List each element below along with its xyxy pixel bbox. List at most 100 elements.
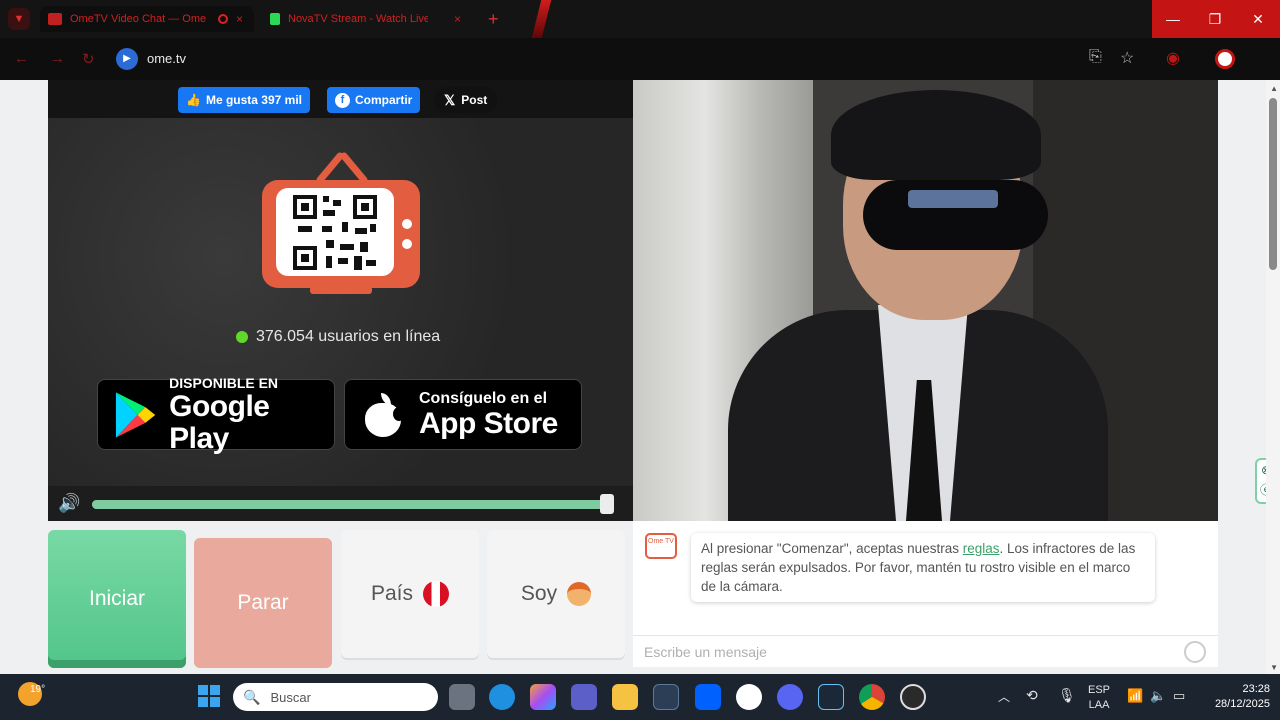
scrollbar-thumb[interactable] <box>1269 98 1277 270</box>
close-window-button[interactable]: ✕ <box>1236 0 1280 38</box>
steam-icon[interactable] <box>818 684 844 710</box>
profile-avatar[interactable] <box>1215 49 1235 69</box>
windows-taskbar: 19° 🔍 Buscar ︿ ⟲ 🎙 ESP LAA 📶 🔈 ▭ 23:28 2… <box>0 674 1280 720</box>
system-clock[interactable]: 23:28 28/12/2025 <box>1200 682 1270 712</box>
stop-button[interactable]: Parar <box>194 538 332 668</box>
emoji-picker-icon[interactable] <box>1184 641 1206 663</box>
page-scrollbar[interactable]: ▲ ▼ <box>1266 80 1280 674</box>
self-camera-video <box>633 80 1218 521</box>
site-info-icon[interactable]: ▶ <box>116 48 138 70</box>
tab-close-icon[interactable]: × <box>236 12 243 26</box>
x-post-button[interactable]: 𝕏 Post <box>434 87 498 113</box>
gender-label: Soy <box>520 582 558 605</box>
extension-icon[interactable]: ◉ <box>1166 48 1180 68</box>
volume-level-fill <box>92 500 609 509</box>
qr-tv-logo <box>262 152 420 294</box>
battery-icon[interactable]: ▭ <box>1173 688 1185 704</box>
country-label: País <box>370 582 414 605</box>
install-app-icon[interactable]: ⎘ <box>1089 48 1102 66</box>
scroll-up-arrow-icon[interactable]: ▲ <box>1270 84 1278 93</box>
microphone-icon[interactable]: 🎙 <box>1058 687 1076 704</box>
wifi-icon[interactable]: 📶 <box>1127 688 1143 704</box>
clock-time: 23:28 <box>1242 683 1270 695</box>
volume-slider[interactable] <box>92 494 614 514</box>
scroll-down-arrow-icon[interactable]: ▼ <box>1270 663 1278 672</box>
web-page: 👍 Me gusta 397 mil f Compartir 𝕏 Post 37… <box>0 80 1280 674</box>
sunglasses-reflection <box>908 190 998 208</box>
weather-temperature: 19° <box>30 684 46 695</box>
tab-search-button[interactable]: ▼ <box>8 8 30 30</box>
obs-icon[interactable] <box>900 684 926 710</box>
forward-arrow-icon[interactable]: → <box>50 50 65 67</box>
thumbs-up-icon: 👍 <box>186 93 201 107</box>
online-users-indicator: 376.054 usuarios en línea <box>236 328 440 346</box>
facebook-share-button[interactable]: f Compartir <box>327 87 421 113</box>
weather-widget[interactable]: 19° <box>18 682 46 706</box>
search-placeholder: Buscar <box>270 689 311 705</box>
browser-tab-bar: ▼ OmeTV Video Chat — Ome × NovaTV Stream… <box>0 0 1280 42</box>
reload-icon[interactable]: ↻ <box>82 50 95 68</box>
bookmark-star-icon[interactable]: ☆ <box>1120 48 1134 68</box>
chrome-icon[interactable] <box>859 684 885 710</box>
share-label: Compartir <box>355 93 413 107</box>
theme-decoration <box>530 0 552 42</box>
clock-date: 28/12/2025 <box>1214 698 1270 710</box>
speaker-icon[interactable]: 🔊 <box>58 493 80 514</box>
google-play-big-text: Google Play <box>169 389 270 455</box>
hp-icon[interactable] <box>736 684 762 710</box>
ometv-chat-logo: Ome TV <box>645 533 677 559</box>
back-arrow-icon[interactable]: ← <box>14 50 29 67</box>
ometv-favicon <box>48 13 62 25</box>
google-play-small-text: DISPONIBLE EN <box>169 374 279 391</box>
sync-icon[interactable]: ⟲ <box>1026 687 1038 704</box>
copilot-icon[interactable] <box>530 684 556 710</box>
camera-person-hair <box>831 90 1041 180</box>
windows-start-icon[interactable] <box>198 685 220 707</box>
online-status-dot <box>236 331 248 343</box>
language-indicator[interactable]: ESP LAA <box>1088 683 1110 713</box>
edge-browser-icon[interactable] <box>489 684 515 710</box>
microsoft-store-icon[interactable] <box>653 684 679 710</box>
peru-flag-icon <box>423 581 450 607</box>
rules-link[interactable]: reglas <box>963 541 1000 556</box>
teams-icon[interactable] <box>571 684 597 710</box>
tab-novatv[interactable]: NovaTV Stream - Watch Live × <box>262 6 476 32</box>
message-input[interactable]: Escribe un mensaje <box>633 635 1218 667</box>
task-view-icon[interactable] <box>449 684 475 710</box>
chat-panel: Ome TV Al presionar "Comenzar", aceptas … <box>633 521 1218 667</box>
facebook-like-button[interactable]: 👍 Me gusta 397 mil <box>178 87 310 113</box>
like-label: Me gusta 397 mil <box>205 93 302 107</box>
app-store-badge[interactable]: Consíguelo en el App Store <box>344 379 582 450</box>
tab-close-icon[interactable]: × <box>454 12 461 26</box>
volume-control: 🔊 <box>48 486 633 521</box>
x-logo-icon: 𝕏 <box>444 91 456 108</box>
tab-title: NovaTV Stream - Watch Live <box>288 13 428 25</box>
address-bar: ← → ↻ ▶ ome.tv ⎘ ☆ ◉ <box>0 38 1280 80</box>
google-play-badge[interactable]: DISPONIBLE EN Google Play <box>97 375 335 454</box>
search-icon: 🔍 <box>243 688 261 705</box>
apple-logo-icon <box>363 392 405 437</box>
tab-ometv[interactable]: OmeTV Video Chat — Ome × <box>40 6 254 32</box>
start-label: Iniciar <box>88 587 146 610</box>
taskbar-search[interactable]: 🔍 Buscar <box>233 683 438 711</box>
dropbox-icon[interactable] <box>695 684 721 710</box>
country-filter-button[interactable]: País <box>341 530 479 658</box>
start-button[interactable]: Iniciar <box>48 530 186 668</box>
restore-button[interactable]: ❐ <box>1194 0 1236 38</box>
tray-overflow-chevron-icon[interactable]: ︿ <box>998 688 1010 705</box>
partner-video-panel: 👍 Me gusta 397 mil f Compartir 𝕏 Post 37… <box>48 80 633 521</box>
volume-icon[interactable]: 🔈 <box>1150 688 1166 704</box>
boy-face-icon <box>567 582 592 606</box>
message-input-placeholder: Escribe un mensaje <box>644 644 767 660</box>
app-store-big-text: App Store <box>419 406 558 440</box>
app-store-small-text: Consíguelo en el <box>419 389 548 407</box>
gender-select-button[interactable]: Soy <box>487 530 625 658</box>
file-explorer-icon[interactable] <box>612 684 638 710</box>
url-text[interactable]: ome.tv <box>147 51 186 66</box>
minimize-button[interactable]: — <box>1152 0 1194 38</box>
volume-slider-handle[interactable] <box>600 494 614 514</box>
recording-icon <box>218 14 228 24</box>
new-tab-button[interactable]: + <box>488 8 499 30</box>
post-label: Post <box>461 93 488 107</box>
discord-icon[interactable] <box>777 684 803 710</box>
